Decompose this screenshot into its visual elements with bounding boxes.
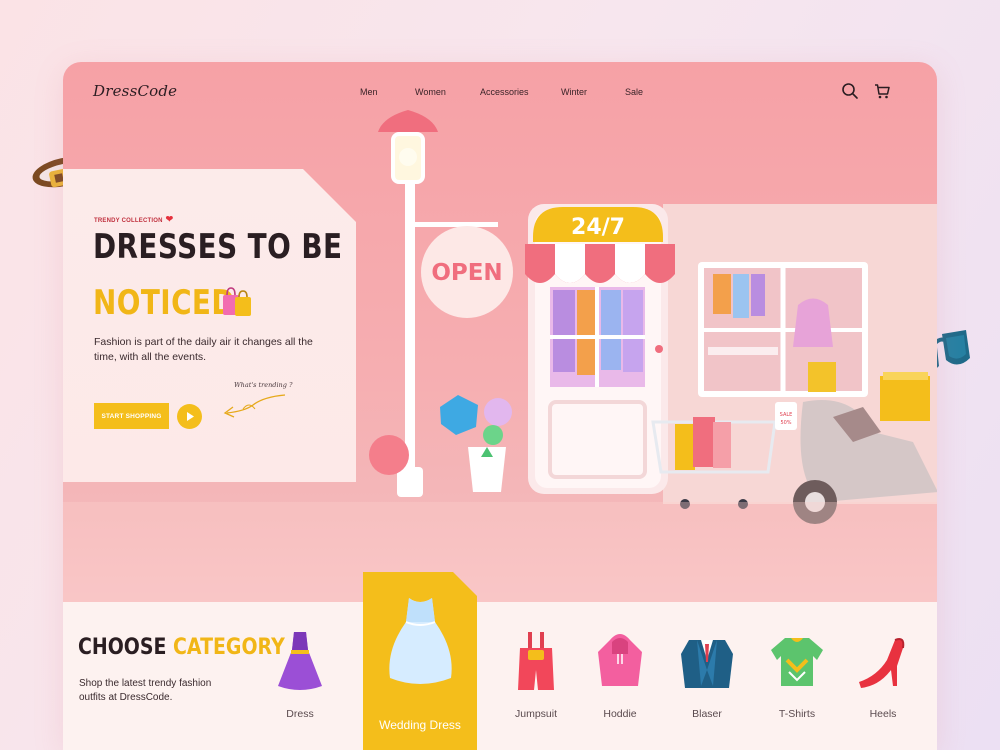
- category-description: Shop the latest trendy fashion outfits a…: [79, 678, 212, 703]
- category-item-wedding-dress[interactable]: Wedding Dress: [363, 598, 477, 750]
- store-247-sign: 24/7: [571, 215, 625, 240]
- category-label-heels: Heels: [869, 708, 897, 720]
- category-label-wedding-dress: Wedding Dress: [379, 718, 461, 732]
- category-label-blaser: Blaser: [692, 708, 722, 720]
- hero-card: TRENDY COLLECTION ❤ DRESSES TO BE NOTICED…: [63, 169, 356, 482]
- brand-logo[interactable]: DressCode: [93, 82, 177, 100]
- category-item-dress[interactable]: Dress: [250, 602, 350, 750]
- cart-icon[interactable]: [873, 82, 891, 100]
- play-icon: [187, 412, 194, 421]
- nav-item-accessories[interactable]: Accessories: [480, 87, 529, 97]
- hero-eyebrow-text: TRENDY COLLECTION: [94, 218, 163, 224]
- heels-icon: [859, 638, 905, 688]
- open-sign: OPEN: [431, 260, 502, 286]
- category-item-hoddie[interactable]: Hoddie: [570, 602, 670, 750]
- arrow-doodle-icon: [223, 394, 286, 418]
- nav-item-men[interactable]: Men: [360, 87, 378, 97]
- search-icon[interactable]: [841, 82, 859, 100]
- tshirt-icon: [771, 638, 823, 686]
- category-item-blaser[interactable]: Blaser: [657, 602, 757, 750]
- play-video-button[interactable]: [177, 404, 202, 429]
- heart-icon: ❤: [165, 214, 174, 224]
- category-item-heels[interactable]: Heels: [833, 602, 933, 750]
- category-panel: CHOOSE CATEGORY Shop the latest trendy f…: [63, 572, 937, 750]
- blazer-icon: [681, 640, 733, 688]
- nav-item-winter[interactable]: Winter: [561, 87, 587, 97]
- category-label-tshirts: T-Shirts: [778, 708, 816, 720]
- sale-tag: SALE: [780, 412, 793, 418]
- shopping-bags-icon: [223, 287, 251, 316]
- category-label-dress: Dress: [286, 708, 314, 720]
- category-label-hoddie: Hoddie: [603, 708, 637, 720]
- hoodie-icon: [598, 634, 642, 686]
- hero-title-line1: DRESSES TO BE: [93, 227, 343, 267]
- nav-item-sale[interactable]: Sale: [625, 87, 643, 97]
- category-item-tshirts[interactable]: T-Shirts: [747, 602, 847, 750]
- wedding-dress-icon: [389, 598, 452, 684]
- jumpsuit-icon: [518, 632, 554, 690]
- hero-eyebrow: TRENDY COLLECTION ❤: [94, 214, 173, 225]
- dress-icon: [278, 632, 322, 690]
- main-frame: 24/7 OPEN SALE 50% DressCode Men Women A…: [63, 62, 937, 750]
- top-navigation: DressCode Men Women Accessories Winter S…: [63, 62, 937, 122]
- start-shopping-button[interactable]: START SHOPPING: [94, 403, 169, 429]
- nav-item-women[interactable]: Women: [415, 87, 446, 97]
- hero-description: Fashion is part of the daily air it chan…: [94, 336, 313, 363]
- svg-text:50%: 50%: [780, 420, 791, 426]
- trending-note: What's trending ?: [234, 381, 293, 389]
- category-title-part1: CHOOSE: [78, 635, 167, 660]
